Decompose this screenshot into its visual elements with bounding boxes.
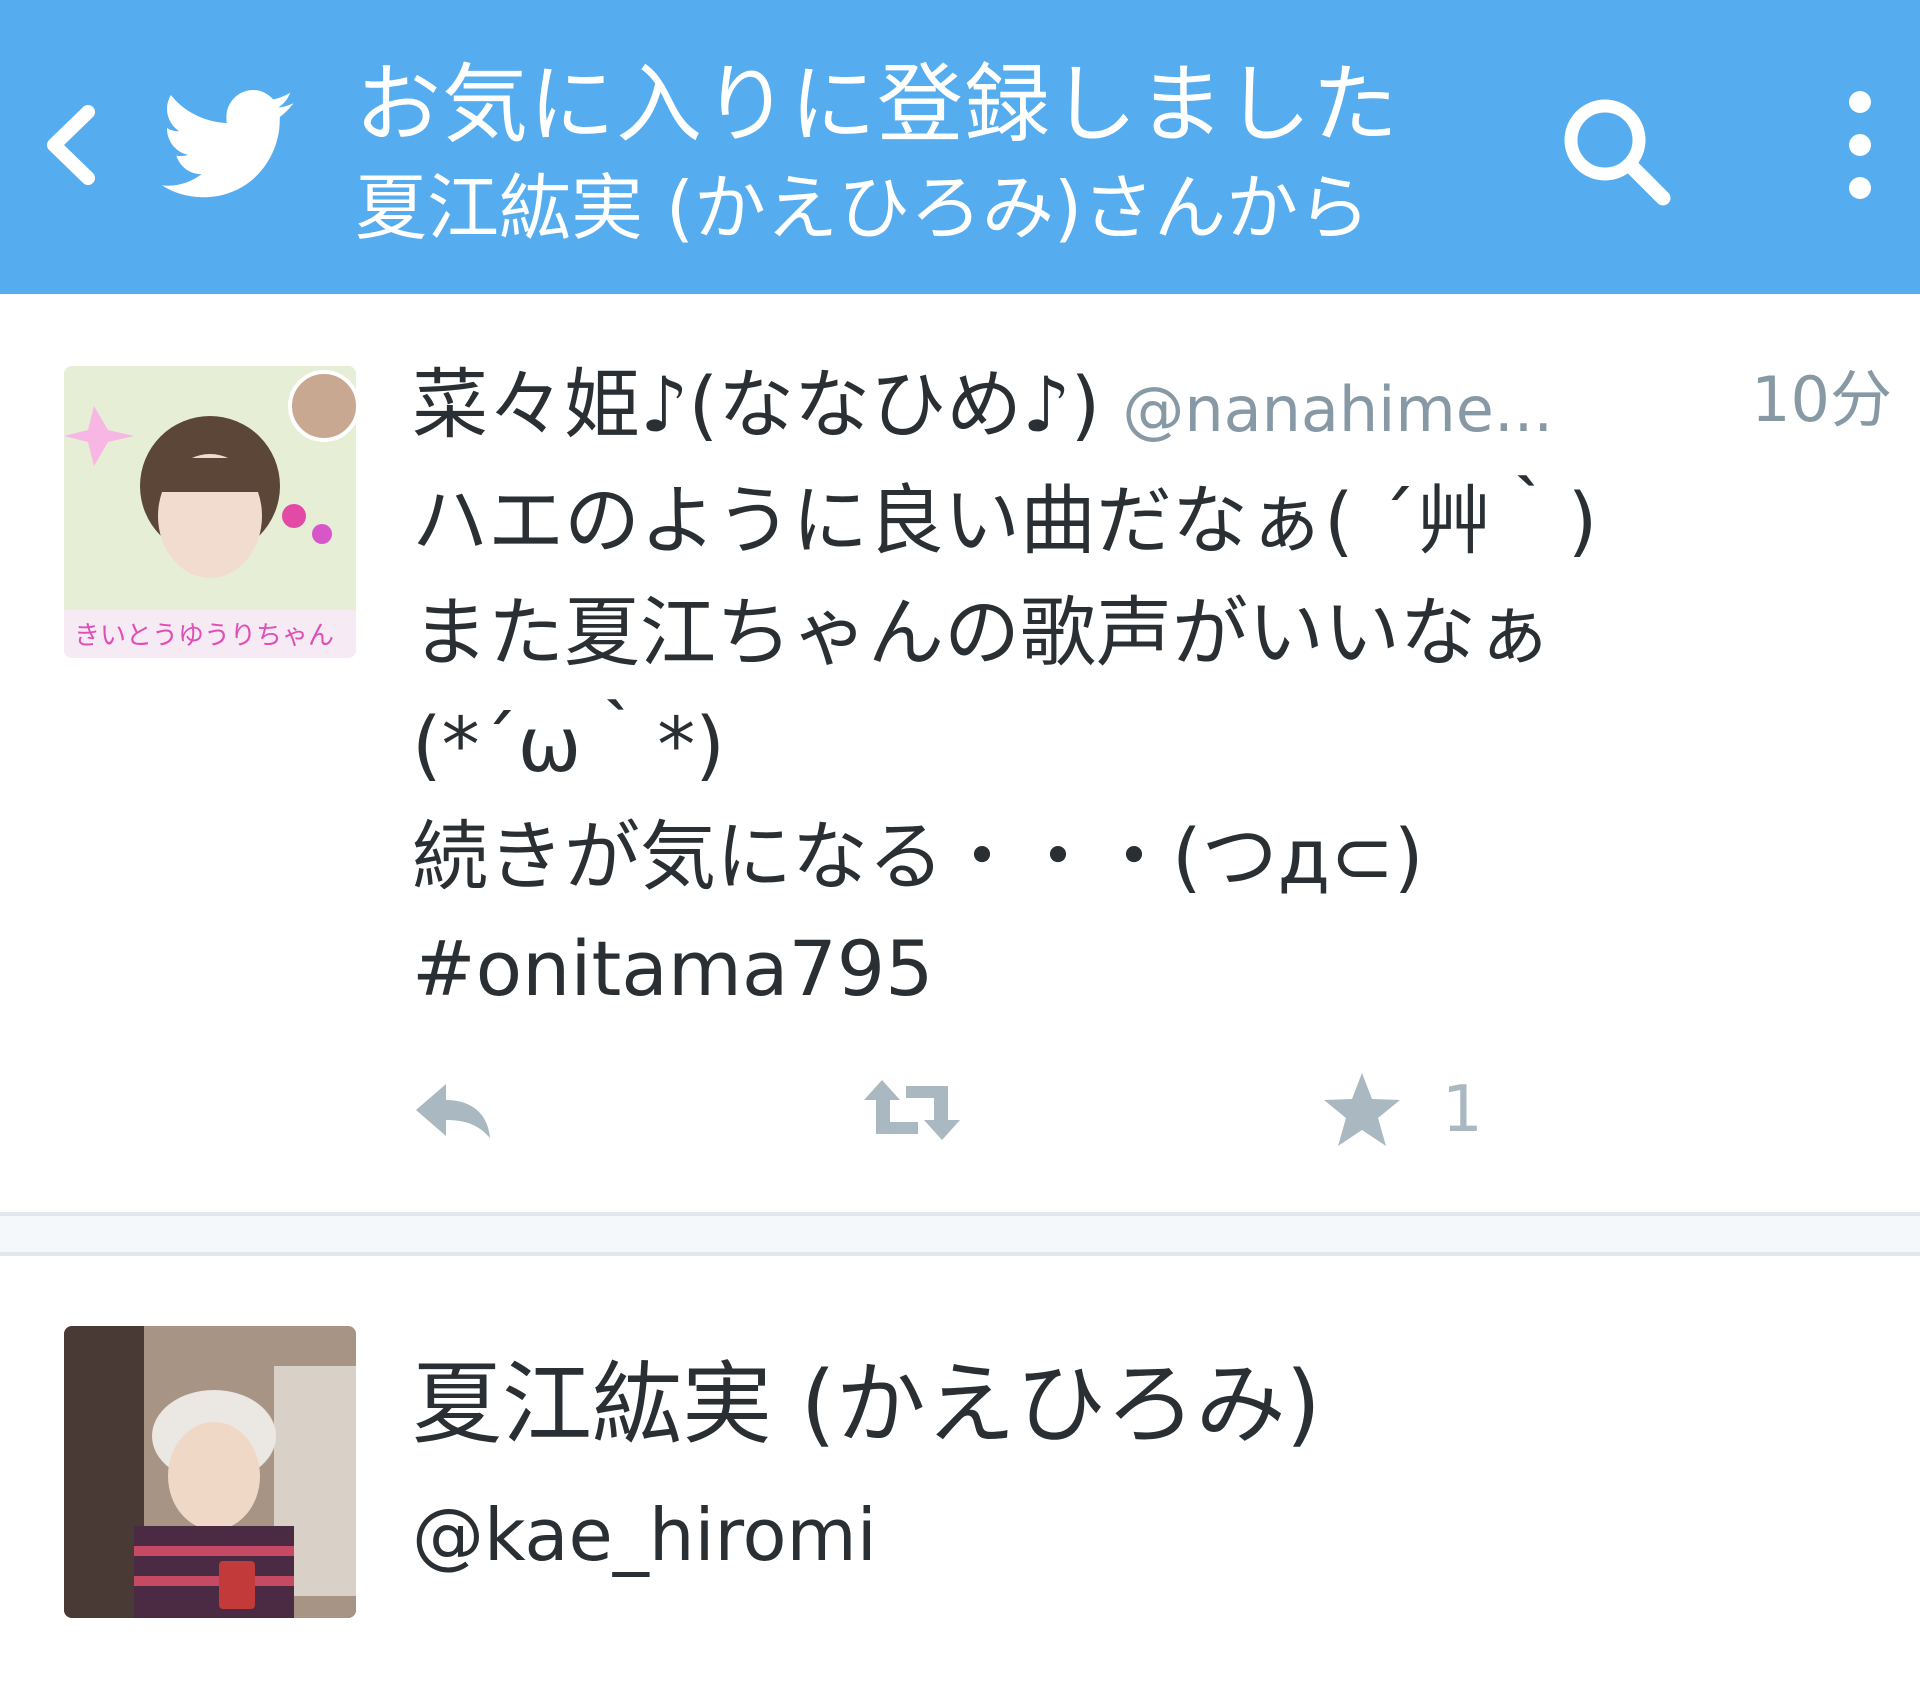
tweet-text-line: また夏江ちゃんの歌声がいいなぁ bbox=[412, 588, 1552, 677]
page-title: お気に入りに登録しました bbox=[355, 55, 1399, 155]
star-icon bbox=[1324, 1073, 1400, 1146]
tweet-text: ハエのように良い曲だなぁ( ´艸｀) また夏江ちゃんの歌声がいいなぁ (*´ω｀… bbox=[412, 465, 1892, 1025]
retweet-button[interactable] bbox=[862, 1060, 962, 1160]
header-text: お気に入りに登録しました 夏江紘実 (かえひろみ)さんから bbox=[355, 50, 1505, 256]
tweet-actions: 1 bbox=[412, 1060, 1512, 1160]
retweet-icon bbox=[864, 1080, 960, 1140]
app-header: お気に入りに登録しました 夏江紘実 (かえひろみ)さんから bbox=[0, 0, 1920, 294]
svg-text:きいとうゆうりちゃん: きいとうゆうりちゃん bbox=[74, 621, 334, 651]
tweet-body: 菜々姫♪(ななひめ♪) @nanahime... 10分 ハエのように良い曲だなぁ… bbox=[412, 355, 1892, 1025]
page-subtitle: 夏江紘実 (かえひろみ)さんから bbox=[355, 166, 1371, 250]
tweet-text-line: ハエのように良い曲だなぁ( ´艸｀) bbox=[412, 476, 1598, 565]
search-button[interactable] bbox=[1555, 90, 1675, 210]
tweet-hashtag[interactable]: #onitama795 bbox=[412, 913, 1892, 1025]
tweet-author-avatar[interactable]: きいとうゆうりちゃん bbox=[64, 366, 356, 658]
tweet-handle[interactable]: @nanahime... bbox=[1122, 373, 1553, 446]
tweet-timestamp: 10分 bbox=[1751, 363, 1892, 436]
chevron-left-icon bbox=[47, 105, 95, 185]
reply-icon bbox=[416, 1084, 490, 1138]
search-icon bbox=[1564, 99, 1671, 206]
profile-avatar[interactable] bbox=[64, 1326, 356, 1618]
tweet-text-line: (*´ω｀*) bbox=[412, 700, 725, 789]
favorite-count: 1 bbox=[1442, 1073, 1483, 1147]
overflow-menu-button[interactable] bbox=[1825, 80, 1895, 210]
back-button[interactable] bbox=[30, 90, 110, 200]
twitter-bird-icon bbox=[161, 90, 294, 198]
tweet-display-name[interactable]: 菜々姫♪(ななひめ♪) bbox=[412, 360, 1100, 449]
more-vertical-icon bbox=[1849, 91, 1871, 199]
favorite-button[interactable]: 1 bbox=[1322, 1060, 1483, 1160]
tweet-text-line: 続きが気になる・・・(つд⊂) bbox=[412, 812, 1424, 901]
avatar-image: きいとうゆうりちゃん bbox=[64, 366, 356, 658]
avatar-image bbox=[64, 1326, 356, 1618]
profile-info: 夏江紘実 (かえひろみ) @kae_hiromi bbox=[412, 1340, 1321, 1590]
tweet-header: 菜々姫♪(ななひめ♪) @nanahime... 10分 bbox=[412, 355, 1892, 465]
reply-button[interactable] bbox=[412, 1060, 496, 1160]
profile-name[interactable]: 夏江紘実 (かえひろみ) bbox=[412, 1340, 1321, 1470]
section-divider bbox=[0, 1212, 1920, 1256]
profile-handle[interactable]: @kae_hiromi bbox=[412, 1480, 1321, 1590]
